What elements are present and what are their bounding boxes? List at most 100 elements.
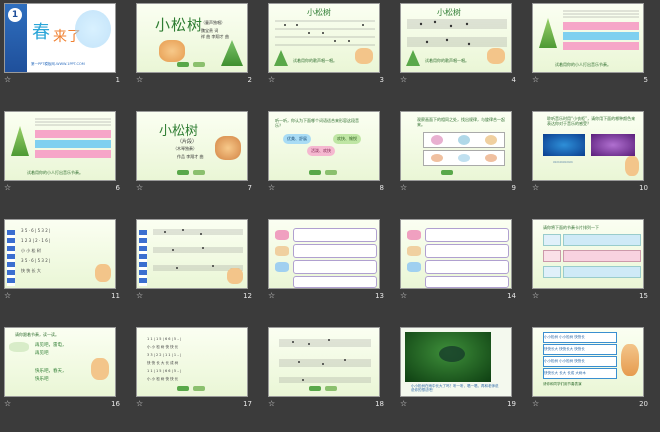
rhythm-card[interactable] bbox=[543, 266, 561, 278]
slide-19-caption: 小小松树在雨中长大了吗？听一听，唱一唱，再和老师说说你的想法吧！ bbox=[411, 384, 499, 392]
rhythm-card[interactable] bbox=[543, 234, 561, 246]
answer-row[interactable] bbox=[293, 228, 377, 242]
nav-button[interactable] bbox=[309, 386, 321, 391]
option-bubble-3[interactable]: 活泼、欢快 bbox=[307, 146, 335, 156]
child-illustration bbox=[625, 156, 639, 176]
child-illustration bbox=[621, 344, 639, 376]
slide-thumb-16[interactable]: 请你跟着节奏，读一读。 再见吧，雷电， 再见吧 快乐吧，春天， 快乐吧 ☆ 16 bbox=[0, 324, 132, 410]
nav-button[interactable] bbox=[177, 386, 189, 391]
svg-text:小 小 松 树 快 快 长: 小 小 松 树 快 快 长 bbox=[147, 344, 179, 349]
nav-button[interactable] bbox=[177, 170, 189, 175]
slide-thumb-20[interactable]: 小小松树 小小松树 快快长 快快长大 快快长大 快快长 小小松树 小小松树 快快… bbox=[528, 324, 660, 410]
nav-button[interactable] bbox=[441, 170, 453, 175]
slide-thumb-10[interactable]: 聆听音乐时用“小衣柜”，请你用下面的哪种颜色来表达你对于音乐的感受？ ▭▭▭▭▭… bbox=[528, 108, 660, 194]
slide-3-canvas: 小松树 试着用你的歌声唱一唱。 bbox=[268, 3, 380, 73]
slide-thumb-19[interactable]: 小小松树在雨中长大了吗？听一听，唱一唱，再和老师说说你的想法吧！ ☆ 19 bbox=[396, 324, 528, 410]
leaf-shape bbox=[439, 346, 465, 362]
slide-thumb-17[interactable]: 1 1 | 1 5 | 6 6 | 5 – | 小 小 松 树 快 快 长 3 3 … bbox=[132, 324, 264, 410]
slide-number: 6 bbox=[115, 184, 120, 192]
nav-button[interactable] bbox=[177, 62, 189, 67]
answer-row[interactable] bbox=[293, 276, 377, 288]
slide-number: 4 bbox=[511, 76, 516, 84]
slide-thumb-14[interactable]: ☆ 14 bbox=[396, 216, 528, 302]
slide-16-canvas: 请你跟着节奏，读一读。 再见吧，雷电， 再见吧 快乐吧，春天， 快乐吧 bbox=[4, 327, 116, 397]
nav-button[interactable] bbox=[325, 386, 337, 391]
slide-1-canvas: 1 春 来了 第一PPT模板网-WWW.1PPT.COM bbox=[4, 3, 116, 73]
rhythm-card[interactable] bbox=[543, 250, 561, 262]
svg-text:快 快 长 大 长 成 树: 快 快 长 大 长 成 树 bbox=[147, 360, 179, 365]
blue-color-swatch[interactable] bbox=[543, 134, 585, 156]
slide-thumb-7[interactable]: 小松树 （片段） （木琴独奏） 作品 李翔才 曲 ☆ 7 bbox=[132, 108, 264, 194]
slide-15-prompt: 请你将下面的节奏卡片排列一下 bbox=[543, 225, 599, 230]
rhythm-bar-pink bbox=[35, 150, 111, 158]
slide-thumb-11[interactable]: 3 5 · 6 | 5 3 2 | 1 2 3 | 2 · 1 6 | 小 小 松 … bbox=[0, 216, 132, 302]
children-illustration bbox=[95, 264, 111, 282]
svg-text:1 1 | 1 5 | 6 6 | 5 – |: 1 1 | 1 5 | 6 6 | 5 – | bbox=[147, 337, 181, 341]
slide-20-canvas: 小小松树 小小松树 快快长 快快长大 快快长大 快快长 小小松树 小小松树 快快… bbox=[532, 327, 644, 397]
star-icon: ☆ bbox=[4, 183, 12, 192]
rhythm-card-row[interactable] bbox=[563, 250, 641, 262]
rhythm-card-row[interactable] bbox=[563, 234, 641, 246]
music-score bbox=[563, 10, 639, 18]
star-icon: ☆ bbox=[136, 75, 144, 84]
svg-text:1 1 | 1 5 | 6 6 | 5 – |: 1 1 | 1 5 | 6 6 | 5 – | bbox=[147, 369, 181, 373]
music-score bbox=[35, 118, 111, 126]
option-bubble-2[interactable]: 欢快、愉悦 bbox=[333, 134, 361, 144]
slide-thumb-18[interactable]: ☆ 18 bbox=[264, 324, 396, 410]
xylophone-player-illustration bbox=[215, 136, 241, 160]
slide-number: 5 bbox=[643, 76, 648, 84]
slide-7-canvas: 小松树 （片段） （木琴独奏） 作品 李翔才 曲 bbox=[136, 111, 248, 181]
slide-number: 10 bbox=[639, 184, 648, 192]
pine-tree-icon bbox=[221, 40, 243, 66]
rhythm-bar-pink bbox=[35, 130, 111, 138]
slide-thumb-13[interactable]: ☆ 13 bbox=[264, 216, 396, 302]
slide-thumb-1[interactable]: 1 春 来了 第一PPT模板网-WWW.1PPT.COM ☆ 1 bbox=[0, 0, 132, 86]
slide-thumb-4[interactable]: 小松树 试着用你的歌声唱一唱。 ☆ 4 bbox=[396, 0, 528, 86]
slide-12-canvas bbox=[136, 219, 248, 289]
slide-thumb-2[interactable]: 小松树 （童声独唱） 魏宝贵 词 祥 曲 李翔才 曲 ☆ 2 bbox=[132, 0, 264, 86]
slide-thumb-15[interactable]: 请你将下面的节奏卡片排列一下 ☆ 15 bbox=[528, 216, 660, 302]
nav-button[interactable] bbox=[193, 170, 205, 175]
music-score bbox=[275, 20, 375, 46]
lyric-row-3: 小小松树 小小松树 快快长 bbox=[543, 356, 617, 367]
nav-button[interactable] bbox=[193, 386, 205, 391]
star-icon: ☆ bbox=[532, 183, 540, 192]
rhythm-card-row[interactable] bbox=[563, 266, 641, 278]
bird-icon bbox=[431, 154, 444, 162]
slide-thumb-8[interactable]: 听一听，你认为下面哪个词语适合来形容这段音乐？ 优美、舒展 欢快、愉悦 活泼、欢… bbox=[264, 108, 396, 194]
answer-row[interactable] bbox=[425, 260, 509, 274]
answer-row[interactable] bbox=[293, 260, 377, 274]
slide-11-canvas: 3 5 · 6 | 5 3 2 | 1 2 3 | 2 · 1 6 | 小 小 松 … bbox=[4, 219, 116, 289]
nav-button[interactable] bbox=[193, 62, 205, 67]
answer-row[interactable] bbox=[293, 244, 377, 258]
slide-2-title: 小松树 bbox=[155, 16, 204, 34]
slide-number: 1 bbox=[115, 76, 120, 84]
answer-row[interactable] bbox=[425, 228, 509, 242]
star-icon: ☆ bbox=[268, 399, 276, 408]
slide-thumb-9[interactable]: 观察画面下的相同之处，找出规律，与旋律合一起来。 ☆ 9 bbox=[396, 108, 528, 194]
slide-thumb-5[interactable]: 试着用你的小人打出音乐节奏。 ☆ 5 bbox=[528, 0, 660, 86]
answer-row[interactable] bbox=[425, 244, 509, 258]
svg-text:小 小 松 树: 小 小 松 树 bbox=[21, 247, 41, 253]
lyric-row-2: 快快长大 快快长大 快快长 bbox=[543, 344, 617, 355]
children-illustration bbox=[355, 48, 373, 64]
blue-decor-strip bbox=[139, 230, 147, 286]
slide-6-canvas: 试着用你的小人打出音乐节奏。 bbox=[4, 111, 116, 181]
star-icon: ☆ bbox=[136, 183, 144, 192]
slide-5-canvas: 试着用你的小人打出音乐节奏。 bbox=[532, 3, 644, 73]
slide-thumb-6[interactable]: 试着用你的小人打出音乐节奏。 ☆ 6 bbox=[0, 108, 132, 194]
picture-card bbox=[407, 246, 421, 256]
rain-leaf-photo bbox=[405, 332, 491, 382]
slide-4-canvas: 小松树 试着用你的歌声唱一唱。 bbox=[400, 3, 512, 73]
star-icon: ☆ bbox=[4, 291, 12, 300]
slide-2-credits-2: 祥 曲 李翔才 曲 bbox=[201, 34, 229, 39]
slide-number: 13 bbox=[375, 292, 384, 300]
nav-button[interactable] bbox=[325, 170, 337, 175]
slide-thumb-12[interactable]: ☆ 12 bbox=[132, 216, 264, 302]
picture-row-1 bbox=[423, 132, 505, 148]
option-bubble-1[interactable]: 优美、舒展 bbox=[283, 134, 311, 144]
purple-color-swatch[interactable] bbox=[591, 134, 635, 156]
slide-thumb-3[interactable]: 小松树 试着用你的歌声唱一唱。 ☆ 3 bbox=[264, 0, 396, 86]
answer-row[interactable] bbox=[425, 276, 509, 288]
nav-button[interactable] bbox=[309, 170, 321, 175]
